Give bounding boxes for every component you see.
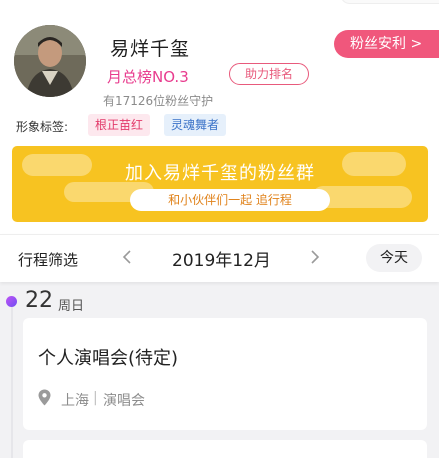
next-event-card[interactable] — [23, 440, 427, 458]
rank-text: 月总榜NO.3 — [107, 68, 189, 86]
day-number: 22 — [25, 288, 53, 313]
weekday: 周日 — [58, 299, 85, 314]
artist-name: 易烊千玺 — [110, 38, 191, 60]
boost-rank-button[interactable]: 助力排名 — [229, 63, 309, 85]
event-type: 演唱会 — [103, 393, 145, 409]
chevron-right-icon[interactable] — [302, 245, 326, 269]
fan-guard-count: 有17126位粉丝守护 — [103, 94, 214, 108]
banner-title: 加入易烊千玺的粉丝群 — [125, 163, 315, 184]
tags-label: 形象标签: — [16, 120, 69, 134]
event-card[interactable]: 个人演唱会(待定) 上海 | 演唱会 — [23, 318, 427, 430]
tag-item[interactable]: 根正苗红 — [88, 114, 151, 136]
event-title: 个人演唱会(待定) — [38, 348, 179, 369]
fan-benefit-button[interactable]: 粉丝安利 > — [334, 30, 439, 58]
chevron-left-icon[interactable] — [116, 245, 140, 269]
timeline-dot — [6, 296, 17, 307]
tag-item[interactable]: 灵魂舞者 — [164, 114, 227, 136]
avatar[interactable] — [14, 25, 86, 97]
location-pin-icon — [38, 389, 51, 406]
join-fan-group-banner[interactable]: 加入易烊千玺的粉丝群 和小伙伴们一起 追行程 — [12, 146, 428, 222]
schedule-filter-bar: 行程筛选 2019年12月 今天 — [0, 234, 439, 282]
filter-label: 行程筛选 — [18, 251, 79, 269]
artist-header: 易烊千玺 月总榜NO.3 助力排名 有17126位粉丝守护 粉丝安利 > 形象标… — [0, 0, 439, 234]
event-separator: | — [93, 390, 98, 406]
timeline-line — [11, 305, 13, 458]
current-month: 2019年12月 — [172, 251, 271, 271]
top-handle — [340, 0, 439, 4]
event-city: 上海 — [61, 393, 89, 409]
banner-subtitle: 和小伙伴们一起 追行程 — [130, 189, 330, 211]
today-button[interactable]: 今天 — [366, 244, 422, 272]
